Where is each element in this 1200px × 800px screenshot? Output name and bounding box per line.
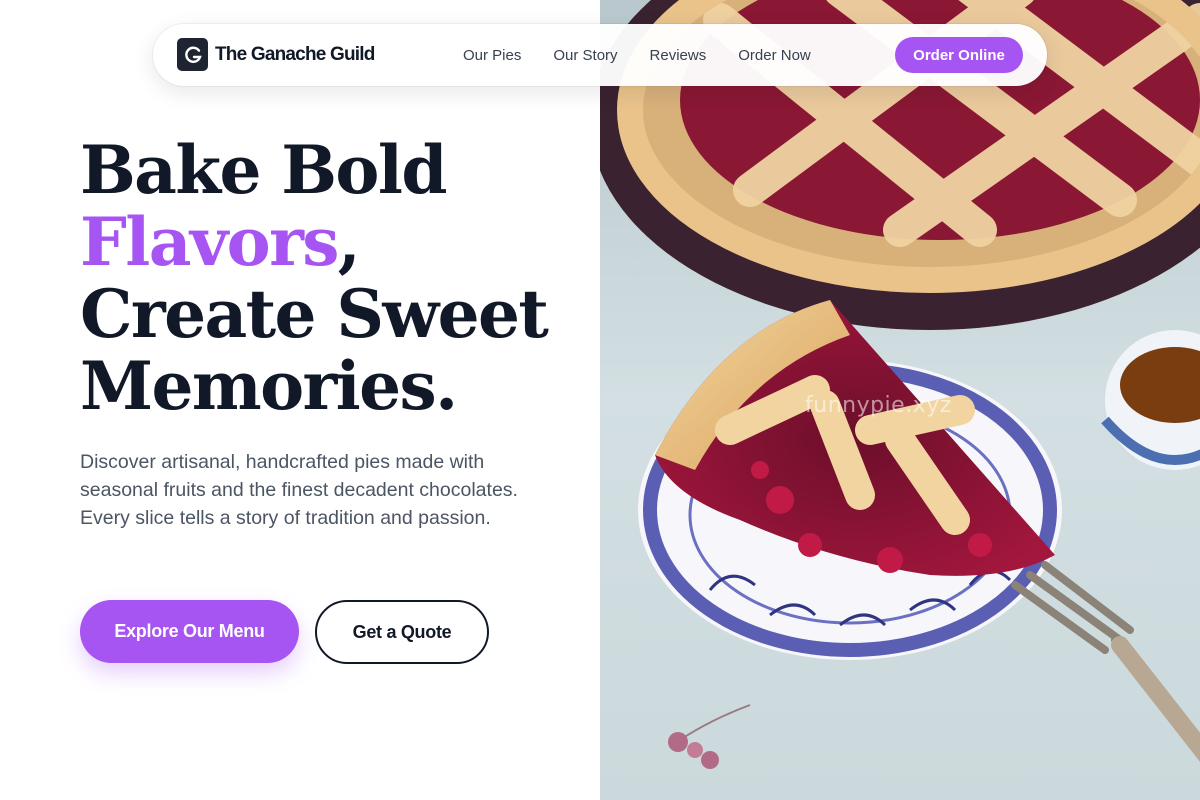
order-online-button[interactable]: Order Online — [895, 37, 1023, 73]
hero-headline: Bake Bold Flavors, Create Sweet Memories… — [80, 134, 580, 422]
explore-menu-button[interactable]: Explore Our Menu — [80, 600, 299, 663]
headline-line-4: Memories. — [80, 347, 458, 425]
brand-g-glyph — [184, 46, 202, 63]
photo-watermark: funnypie.xyz — [805, 393, 952, 418]
top-navbar: The Ganache Guild Our Pies Our Story Rev… — [153, 24, 1047, 86]
hero-description: Discover artisanal, handcrafted pies mad… — [80, 451, 518, 529]
nav-link-order-now[interactable]: Order Now — [738, 47, 811, 64]
headline-accent: Flavors — [80, 203, 339, 281]
headline-line-2: Flavors, — [80, 206, 580, 278]
brand-logo-icon — [177, 38, 208, 71]
nav-link-our-pies[interactable]: Our Pies — [463, 47, 521, 64]
nav-link-reviews[interactable]: Reviews — [650, 47, 707, 64]
headline-line-3: Create Sweet — [80, 275, 549, 353]
headline-comma: , — [337, 203, 361, 281]
hero-photo: funnypie.xyz — [600, 0, 1200, 800]
get-quote-button[interactable]: Get a Quote — [315, 600, 489, 664]
brand-name: The Ganache Guild — [215, 43, 375, 65]
nav-link-our-story[interactable]: Our Story — [553, 47, 617, 64]
brand-logo[interactable]: The Ganache Guild — [177, 38, 375, 71]
headline-line-1: Bake Bold — [80, 131, 447, 209]
nav-links: Our Pies Our Story Reviews Order Now — [463, 24, 811, 86]
